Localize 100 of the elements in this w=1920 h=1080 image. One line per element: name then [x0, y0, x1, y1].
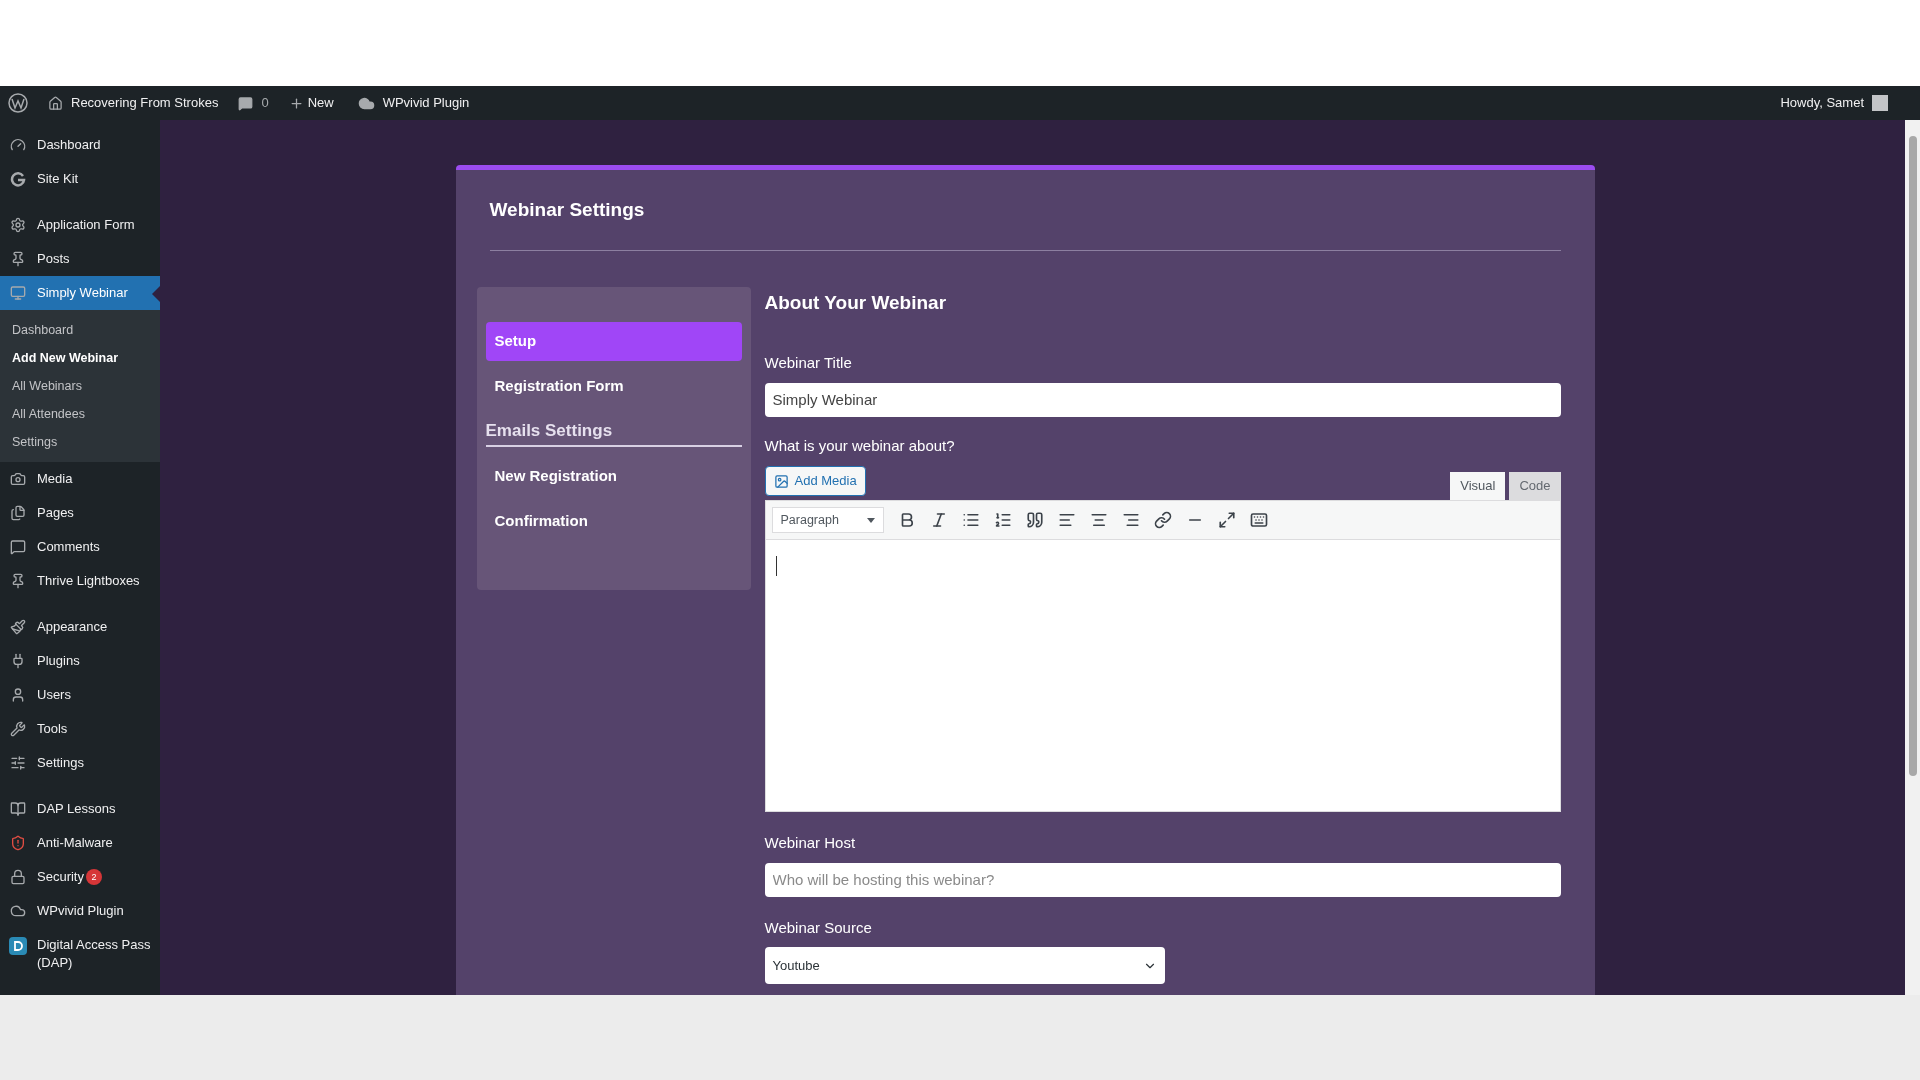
sidebar-label: Application Form	[37, 216, 135, 234]
field-label: Webinar Title	[764, 353, 853, 373]
sidebar-item[interactable]: Users	[0, 678, 160, 712]
editor-tab[interactable]: Code	[1509, 472, 1561, 500]
sidebar-item[interactable]: Plugins	[0, 644, 160, 678]
shield-icon	[10, 835, 26, 851]
sidebar-item[interactable]: Comments	[0, 530, 160, 564]
wrench-icon	[10, 721, 26, 737]
sliders-icon	[10, 755, 26, 771]
sidebar-item[interactable]: Posts	[0, 242, 160, 276]
sidebar-item[interactable]: Digital Access Pass (DAP)	[0, 928, 160, 980]
numbered-list-icon[interactable]	[993, 511, 1012, 529]
nav-item[interactable]: Setup	[485, 321, 742, 361]
submenu-item[interactable]: Add New Webinar	[0, 344, 160, 372]
section-heading: About Your Webinar	[764, 290, 948, 315]
source-select[interactable]: Youtube	[764, 947, 1165, 984]
sidebar-label: Dashboard	[37, 136, 101, 154]
sidebar-label: WPvivid Plugin	[37, 902, 124, 920]
lock-icon	[10, 869, 26, 885]
keyboard-icon[interactable]	[1249, 511, 1268, 529]
site-link[interactable]: Recovering From Strokes	[71, 93, 219, 113]
comment-icon	[238, 95, 254, 111]
sidebar-label: Comments	[37, 538, 100, 556]
sidebar-item[interactable]: Simply Webinar	[0, 276, 160, 310]
plus-icon	[288, 95, 304, 111]
sidebar-item[interactable]: Thrive Lightboxes	[0, 564, 160, 598]
new-link[interactable]: New	[307, 93, 334, 113]
pin-icon	[10, 251, 26, 267]
camera-icon	[10, 471, 26, 487]
submenu-item[interactable]: Settings	[0, 428, 160, 456]
sidebar-item[interactable]: Application Form	[0, 208, 160, 242]
link-icon[interactable]	[1153, 511, 1172, 529]
sidebar-label: Appearance	[37, 618, 108, 636]
host-field[interactable]: Who will be hosting this webinar?	[764, 862, 1561, 897]
count-badge: 2	[85, 869, 102, 885]
align-center-icon[interactable]	[1089, 511, 1108, 529]
sidebar-label: Pages	[37, 504, 74, 522]
submenu-item[interactable]: All Attendees	[0, 400, 160, 428]
home-icon	[48, 95, 63, 111]
comment-icon	[10, 539, 26, 555]
submenu-item[interactable]: All Webinars	[0, 372, 160, 400]
submenu-item[interactable]: Dashboard	[0, 316, 160, 344]
sidebar-item[interactable]: Security 2	[0, 860, 160, 894]
cloud-icon	[10, 903, 26, 919]
sidebar-label: Media	[37, 470, 73, 488]
sidebar-item[interactable]: Settings	[0, 746, 160, 780]
brush-icon	[10, 619, 26, 635]
sidebar-label: Security	[37, 868, 84, 886]
add-media-button[interactable]: Add Media	[764, 466, 866, 496]
sidebar-label: Simply Webinar	[37, 284, 128, 302]
pages-icon	[10, 505, 26, 521]
sidebar-label: Anti-Malware	[37, 834, 113, 852]
bullet-list-icon[interactable]	[961, 511, 980, 529]
align-right-icon[interactable]	[1121, 511, 1140, 529]
field-label: What is your webinar about?	[764, 435, 956, 456]
card-title: Webinar Settings	[489, 198, 646, 222]
sidebar-label: Thrive Lightboxes	[37, 572, 140, 590]
nav-item[interactable]: New Registration	[485, 457, 742, 496]
sidebar-item[interactable]: Dashboard	[0, 128, 160, 162]
sidebar-item[interactable]: DAP Lessons	[0, 792, 160, 826]
sidebar-label: Site Kit	[37, 170, 79, 188]
sidebar-item[interactable]: Tools	[0, 712, 160, 746]
gear-icon	[10, 217, 26, 233]
quote-icon[interactable]	[1025, 511, 1044, 529]
title-field[interactable]: Simply Webinar	[764, 382, 1561, 417]
sidebar-item[interactable]: Pages	[0, 496, 160, 530]
sidebar-item[interactable]: Media	[0, 462, 160, 496]
sidebar-label: Settings	[37, 754, 84, 772]
sidebar-label: Plugins	[37, 652, 80, 670]
user-icon	[10, 687, 26, 703]
field-label: Webinar Host	[764, 833, 857, 853]
monitor-icon	[10, 285, 26, 301]
nav-heading: Emails Settings	[485, 417, 742, 447]
sidebar-label: Tools	[37, 720, 68, 738]
nav-item[interactable]: Confirmation	[485, 502, 742, 541]
pin-icon	[10, 573, 26, 589]
book-icon	[10, 801, 26, 817]
nav-item[interactable]: Registration Form	[485, 366, 742, 406]
editor-tab[interactable]: Visual	[1450, 472, 1506, 500]
fullscreen-icon[interactable]	[1217, 511, 1236, 529]
format-select[interactable]: Paragraph	[771, 507, 884, 533]
sidebar-item[interactable]: WPvivid Plugin	[0, 894, 160, 928]
wordpress-logo-icon[interactable]	[8, 93, 28, 113]
sidebar-label: Users	[37, 686, 71, 704]
plug-icon	[10, 653, 26, 669]
plugin-link[interactable]: WPvivid Plugin	[382, 93, 470, 113]
d-letter-icon	[9, 937, 27, 955]
gauge-icon	[10, 137, 26, 153]
greeting-link[interactable]: Howdy, Samet	[1780, 93, 1864, 113]
media-icon	[773, 473, 789, 489]
sidebar-item[interactable]: Anti-Malware	[0, 826, 160, 860]
sidebar-item[interactable]: Site Kit	[0, 162, 160, 196]
sidebar-label: Digital Access Pass (DAP)	[37, 936, 152, 972]
sidebar-item[interactable]: Appearance	[0, 610, 160, 644]
g-letter-icon	[10, 171, 26, 187]
sidebar-label: DAP Lessons	[37, 800, 116, 818]
sidebar-label: Posts	[37, 250, 70, 268]
field-label: Webinar Source	[764, 917, 873, 938]
comment-count[interactable]: 0	[261, 93, 269, 113]
align-left-icon[interactable]	[1057, 511, 1076, 529]
